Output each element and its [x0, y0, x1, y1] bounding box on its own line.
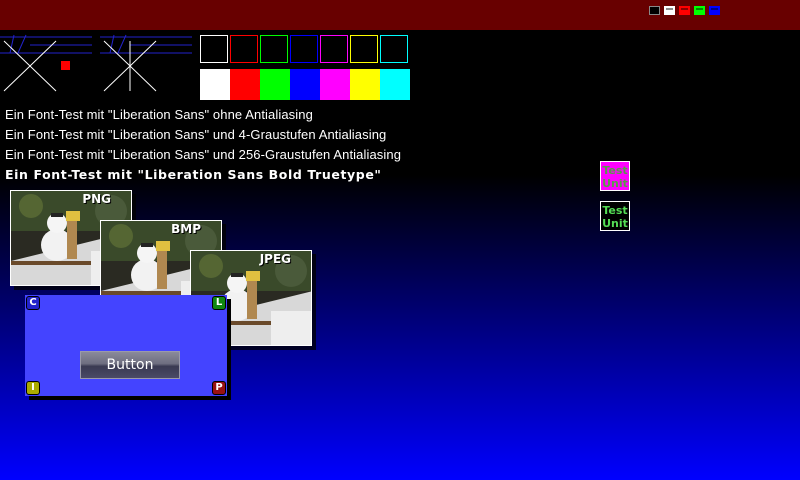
- swatch-outline-yellow: [350, 35, 378, 63]
- font-test-line-3: Ein Font-Test mit "Liberation Sans" und …: [5, 147, 402, 162]
- swatch-outline-blue: [290, 35, 318, 63]
- swatch-fill-magenta: [320, 69, 350, 100]
- font-test-line-1: Ein Font-Test mit "Liberation Sans" ohne…: [5, 107, 313, 122]
- title-bar: [0, 0, 800, 30]
- green-square-icon[interactable]: [694, 6, 705, 15]
- panel-button[interactable]: Button: [80, 351, 180, 379]
- line-test-pattern-2: [100, 33, 192, 93]
- swatch-fill-yellow: [350, 69, 380, 100]
- swatch-fill-blue: [290, 69, 320, 100]
- swatch-fill-white: [200, 69, 230, 100]
- swatch-outline-black: [200, 35, 228, 63]
- swatch-fill-green: [260, 69, 290, 100]
- red-square-icon[interactable]: [679, 6, 690, 15]
- blue-square-icon[interactable]: [709, 6, 720, 15]
- line-test-pattern-1: [0, 33, 92, 93]
- corner-handle-p[interactable]: P: [212, 381, 226, 395]
- swatch-outline-red: [230, 35, 258, 63]
- corner-handle-c[interactable]: C: [26, 296, 40, 310]
- white-square-icon[interactable]: [664, 6, 675, 15]
- corner-handle-i[interactable]: I: [26, 381, 40, 395]
- font-test-line-2: Ein Font-Test mit "Liberation Sans" und …: [5, 127, 387, 142]
- swatch-outline-cyan: [380, 35, 408, 63]
- swatch-fill-cyan: [380, 69, 410, 100]
- test-unit-label-1: Test: [602, 164, 628, 177]
- black-square-icon[interactable]: [649, 6, 660, 15]
- font-test-line-4: Ein Font-Test mit "Liberation Sans Bold …: [5, 167, 382, 182]
- jpeg-label: JPEG: [259, 252, 291, 266]
- swatch-outline-green: [260, 35, 288, 63]
- test-unit-pink[interactable]: Test Unit: [600, 161, 630, 191]
- test-unit-label-1: Test: [602, 204, 628, 217]
- png-label: PNG: [82, 192, 111, 206]
- swatch-outline-magenta: [320, 35, 348, 63]
- bmp-label: BMP: [171, 222, 201, 236]
- test-unit-label-2: Unit: [602, 177, 628, 190]
- corner-handle-l[interactable]: L: [212, 296, 226, 310]
- test-unit-dark[interactable]: Test Unit: [600, 201, 630, 231]
- test-unit-label-2: Unit: [602, 217, 628, 230]
- test-panel[interactable]: C L I P Button: [25, 295, 227, 396]
- swatch-fill-red: [230, 69, 260, 100]
